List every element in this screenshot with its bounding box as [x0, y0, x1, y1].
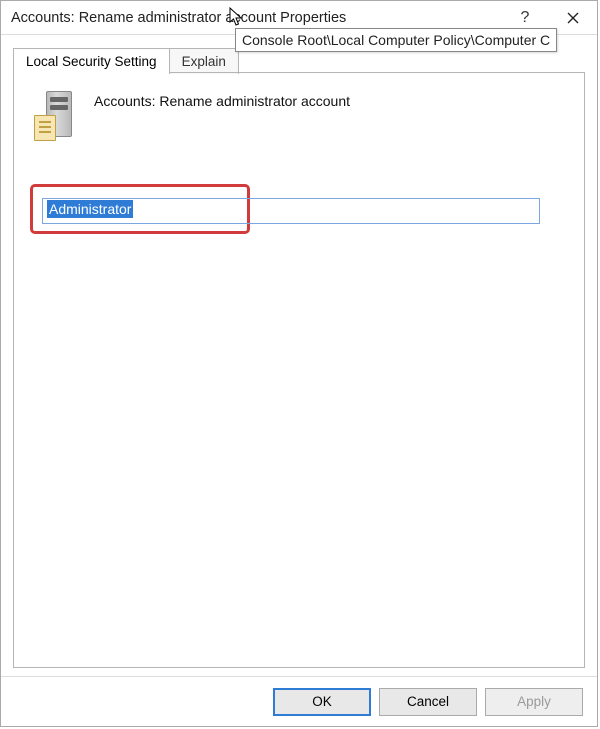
properties-dialog: Accounts: Rename administrator account P…: [0, 0, 598, 727]
input-area: Administrator: [42, 198, 556, 224]
cancel-button[interactable]: Cancel: [379, 688, 477, 716]
policy-header: Accounts: Rename administrator account: [32, 91, 566, 143]
tab-explain[interactable]: Explain: [170, 48, 239, 74]
tab-local-security-setting[interactable]: Local Security Setting: [13, 48, 170, 74]
close-icon: [567, 12, 579, 24]
breadcrumb-tooltip: Console Root\Local Computer Policy\Compu…: [235, 28, 557, 52]
apply-button[interactable]: Apply: [485, 688, 583, 716]
dialog-button-row: OK Cancel Apply: [1, 676, 597, 726]
policy-icon: [32, 91, 76, 143]
selected-text: Administrator: [47, 200, 133, 218]
tab-panel-local-security: Accounts: Rename administrator account A…: [13, 73, 585, 668]
tab-container: Local Security Setting Explain Accounts:…: [1, 35, 597, 676]
window-title: Accounts: Rename administrator account P…: [11, 10, 501, 26]
admin-name-input[interactable]: Administrator: [42, 198, 540, 224]
ok-button[interactable]: OK: [273, 688, 371, 716]
policy-title: Accounts: Rename administrator account: [94, 91, 350, 109]
